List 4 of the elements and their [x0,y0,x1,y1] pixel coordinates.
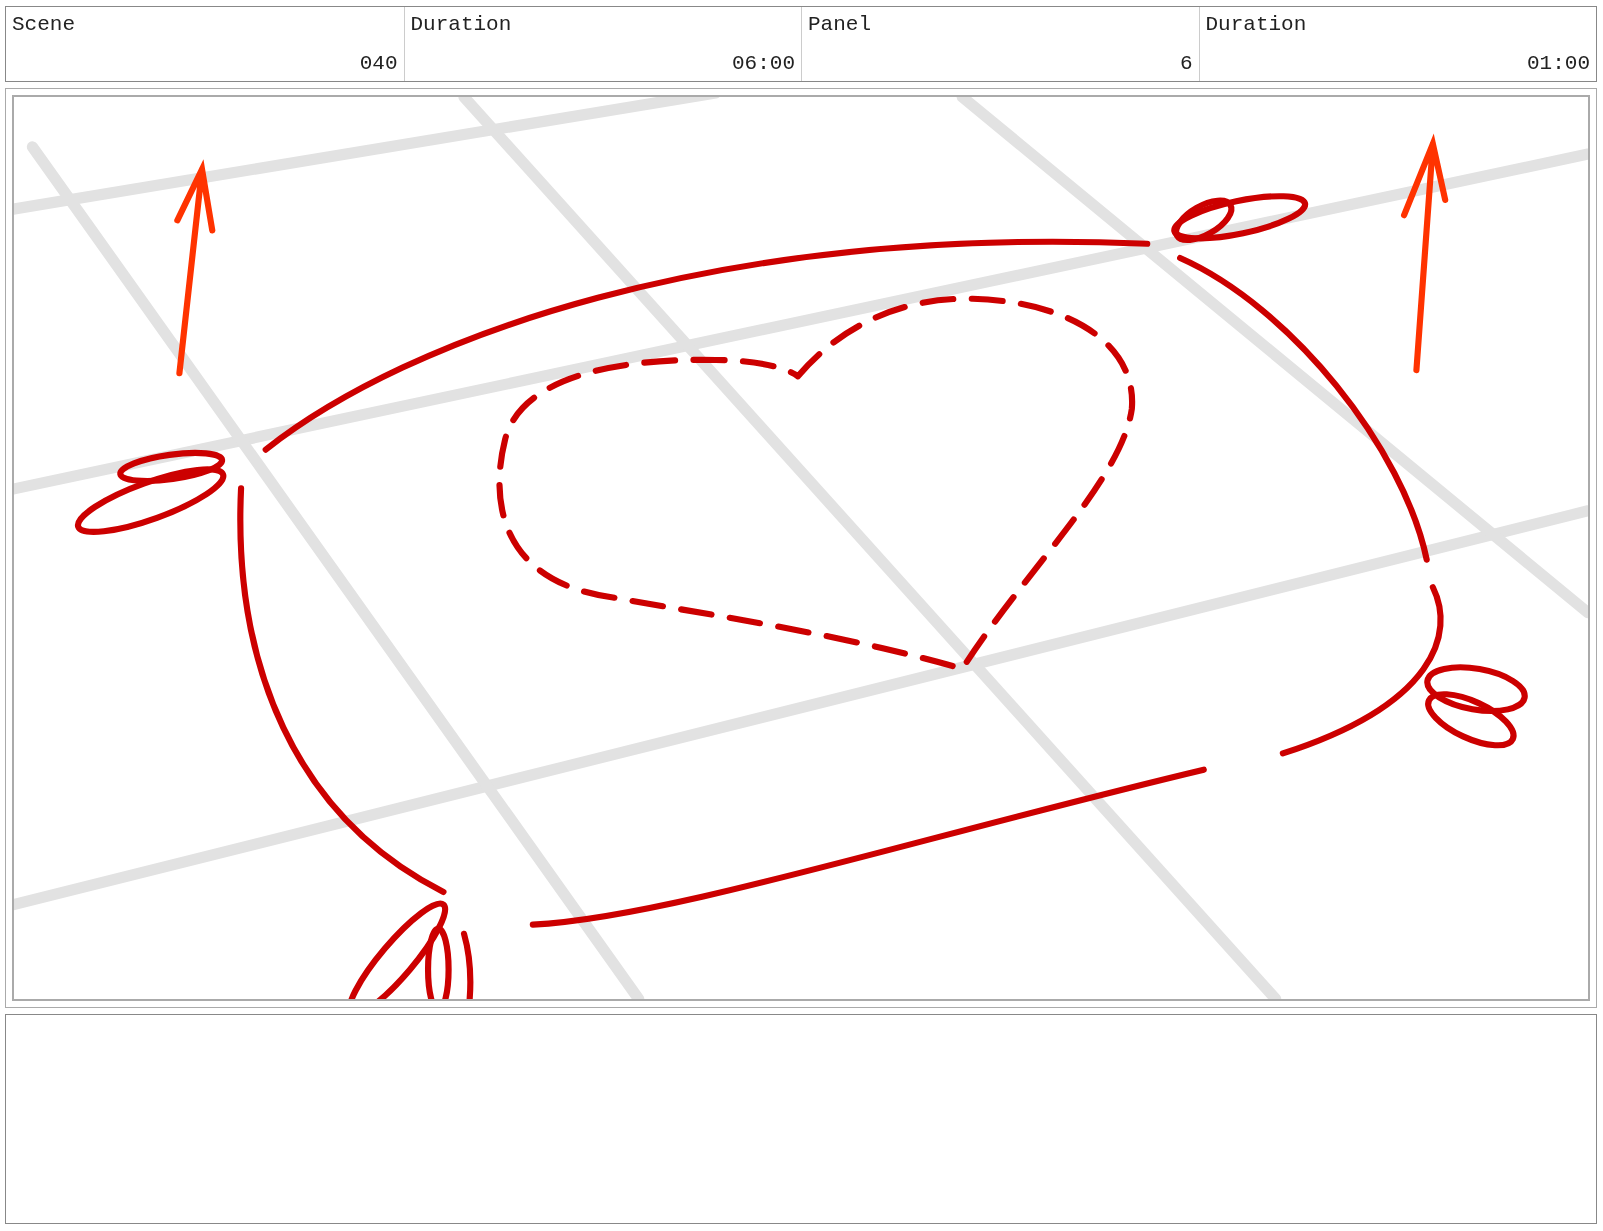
header-cell-text: Scene 040 [11,12,399,77]
header-cell: Duration 06:00 [403,7,801,81]
header-cell: Duration 01:00 [1198,7,1596,81]
header-cell: Panel 6 [801,7,1199,81]
